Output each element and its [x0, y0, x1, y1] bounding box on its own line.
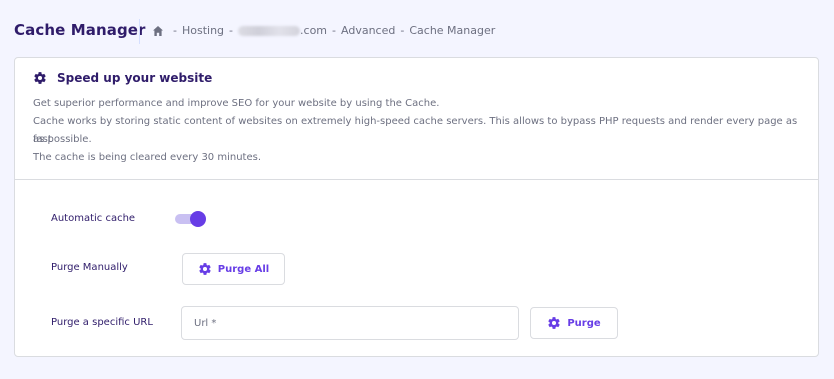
purge-label: Purge — [567, 317, 601, 329]
purge-manually-label: Purge Manually — [51, 262, 128, 273]
breadcrumb-separator: - — [173, 24, 177, 37]
description-line: as possible. — [33, 134, 92, 145]
purge-all-button[interactable]: Purge All — [182, 253, 285, 285]
gear-icon — [34, 72, 46, 84]
purge-url-button[interactable]: Purge — [530, 307, 618, 339]
description-line: Cache works by storing static content of… — [33, 116, 798, 145]
automatic-cache-label: Automatic cache — [51, 213, 136, 224]
breadcrumb-hosting[interactable]: Hosting — [182, 24, 224, 37]
breadcrumb-domain-blurred — [238, 25, 301, 36]
card-title: Speed up your website — [57, 71, 213, 85]
breadcrumb-separator: - — [229, 24, 234, 37]
home-icon[interactable] — [152, 25, 164, 37]
page-title: Cache Manager — [14, 21, 146, 39]
description-line: Get superior performance and improve SEO… — [33, 98, 440, 109]
gear-icon — [199, 263, 211, 275]
url-input[interactable] — [181, 306, 519, 340]
toggle-knob — [190, 211, 206, 227]
card-header: Speed up your website Get superior perfo… — [15, 58, 818, 180]
purge-url-label: Purge a specific URL — [51, 317, 153, 328]
breadcrumb-domain[interactable]: .com — [300, 24, 327, 37]
page-header: Cache Manager - Hosting - .com - Advance… — [0, 0, 834, 60]
breadcrumb: - Hosting - .com - Advanced - Cache Mana… — [152, 24, 495, 37]
gear-icon — [548, 317, 561, 329]
header-divider — [139, 19, 140, 44]
breadcrumb-separator: - — [332, 24, 337, 37]
breadcrumb-separator: - — [400, 24, 405, 37]
purge-all-label: Purge All — [217, 263, 270, 275]
cache-settings-card: Speed up your website Get superior perfo… — [14, 57, 819, 357]
automatic-cache-toggle[interactable] — [175, 210, 207, 228]
breadcrumb-advanced[interactable]: Advanced — [341, 24, 395, 37]
description-line: The cache is being cleared every 30 minu… — [33, 152, 261, 163]
breadcrumb-current: Cache Manager — [409, 24, 496, 37]
